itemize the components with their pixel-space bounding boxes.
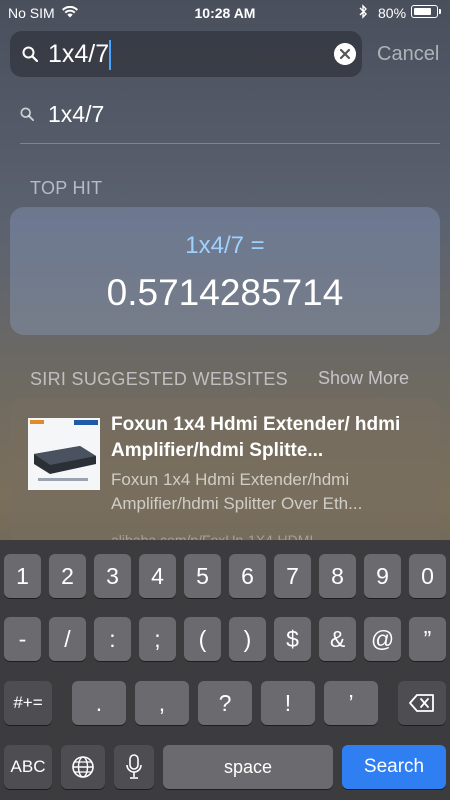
- bluetooth-icon: [359, 4, 367, 19]
- key-8[interactable]: 8: [319, 554, 356, 598]
- product-thumbnail: [28, 418, 100, 490]
- abc-key[interactable]: ABC: [4, 745, 52, 789]
- key-6[interactable]: 6: [229, 554, 266, 598]
- key-4[interactable]: 4: [139, 554, 176, 598]
- key-punctuation[interactable]: ?: [198, 681, 252, 725]
- website-description: Foxun 1x4 Hdmi Extender/hdmi Amplifier/h…: [111, 470, 363, 513]
- search-key[interactable]: Search: [342, 745, 446, 789]
- key-symbol[interactable]: ”: [409, 617, 446, 661]
- calculator-expression: 1x4/7 =: [185, 232, 265, 259]
- show-more-button[interactable]: Show More: [318, 368, 409, 389]
- key-7[interactable]: 7: [274, 554, 311, 598]
- siri-suggested-header: SIRI SUGGESTED WEBSITES: [30, 369, 288, 389]
- key-punctuation[interactable]: !: [261, 681, 315, 725]
- key-symbol[interactable]: -: [4, 617, 41, 661]
- battery-tip: [439, 9, 441, 14]
- website-title: Foxun 1x4 Hdmi Extender/ hdmi Amplifier/…: [111, 414, 401, 461]
- key-symbol[interactable]: ): [229, 617, 266, 661]
- divider: [20, 143, 440, 144]
- key-1[interactable]: 1: [4, 554, 41, 598]
- key-symbol[interactable]: $: [274, 617, 311, 661]
- key-punctuation[interactable]: ’: [324, 681, 378, 725]
- search-icon: [22, 46, 38, 62]
- key-9[interactable]: 9: [364, 554, 401, 598]
- globe-icon: [72, 756, 94, 778]
- key-2[interactable]: 2: [49, 554, 86, 598]
- status-bar: No SIM 10:28 AM 80%: [0, 0, 450, 26]
- calculator-result-card[interactable]: [10, 207, 440, 335]
- key-symbol[interactable]: ;: [139, 617, 176, 661]
- search-suggestion-icon: [20, 107, 34, 121]
- key-symbol[interactable]: :: [94, 617, 131, 661]
- search-input[interactable]: [48, 38, 318, 70]
- key-symbol[interactable]: @: [364, 617, 401, 661]
- dictation-key[interactable]: [114, 745, 154, 789]
- globe-key[interactable]: [61, 745, 105, 789]
- space-key[interactable]: space: [163, 745, 333, 789]
- top-hit-header: TOP HIT: [30, 178, 103, 198]
- battery-percent: 80%: [378, 5, 407, 21]
- delete-icon: [409, 694, 434, 712]
- key-3[interactable]: 3: [94, 554, 131, 598]
- clear-icon[interactable]: [334, 43, 356, 65]
- key-symbol[interactable]: (: [184, 617, 221, 661]
- text-caret: [109, 40, 111, 70]
- microphone-icon: [126, 754, 142, 779]
- cancel-button[interactable]: Cancel: [377, 43, 439, 66]
- key-punctuation[interactable]: ,: [135, 681, 189, 725]
- key-0[interactable]: 0: [409, 554, 446, 598]
- calculator-result: 0.5714285714: [106, 272, 344, 313]
- search-suggestion[interactable]: 1x4/7: [48, 101, 104, 128]
- key-symbol[interactable]: /: [49, 617, 86, 661]
- battery-icon: [411, 5, 438, 18]
- key-symbol[interactable]: &: [319, 617, 356, 661]
- delete-key[interactable]: [398, 681, 446, 725]
- symbols-toggle-key[interactable]: #+=: [4, 681, 52, 725]
- key-5[interactable]: 5: [184, 554, 221, 598]
- key-punctuation[interactable]: .: [72, 681, 126, 725]
